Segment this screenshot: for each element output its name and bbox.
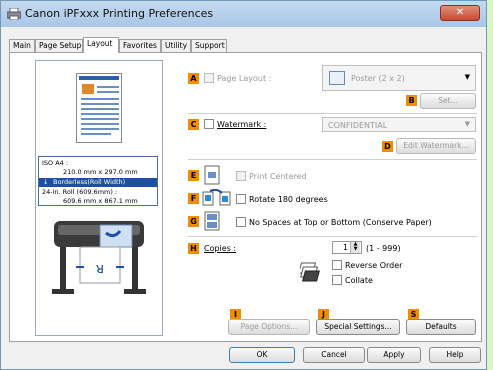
thumb-line xyxy=(81,133,111,135)
printing-preferences-window: Canon iPFxxx Printing Preferences ✕ Main… xyxy=(0,0,487,370)
tab-page-setup[interactable]: Page Setup xyxy=(35,39,83,52)
arrow-down-icon: ↓ xyxy=(43,178,49,186)
chevron-down-icon: ▼ xyxy=(464,120,470,128)
collate-checkbox[interactable] xyxy=(332,275,342,285)
cancel-button[interactable]: Cancel xyxy=(303,347,365,363)
roll-line1: 24-in. Roll (609.6mm) : xyxy=(42,188,118,196)
tab-layout[interactable]: Layout xyxy=(83,37,119,53)
thumb-line xyxy=(97,91,119,93)
watermark-select[interactable]: CONFIDENTIAL ▼ xyxy=(322,117,476,132)
paper-size-info: ISO A4 : 210.0 mm x 297.0 mm ↓ Borderles… xyxy=(38,156,158,206)
badge-d: D xyxy=(382,141,393,152)
tab-main[interactable]: Main xyxy=(9,39,35,52)
reverse-order-checkbox[interactable] xyxy=(332,260,342,270)
badge-f: F xyxy=(188,193,199,204)
badge-b: B xyxy=(406,95,417,106)
chevron-down-icon: ▼ xyxy=(464,73,470,81)
divider xyxy=(188,159,477,160)
close-button[interactable]: ✕ xyxy=(440,5,480,21)
ok-button[interactable]: OK xyxy=(229,347,295,363)
watermark-label: Watermark : xyxy=(217,120,267,129)
tab-utility[interactable]: Utility xyxy=(161,39,191,52)
rotate-icon xyxy=(202,189,231,206)
copies-value: 1 xyxy=(342,243,348,252)
badge-a: A xyxy=(188,73,199,84)
page-layout-value: Poster (2 x 2) xyxy=(351,74,405,83)
thumb-line xyxy=(81,108,119,110)
borderless-mode-label: Borderless(Roll Width) xyxy=(53,178,126,186)
printer-icon xyxy=(7,8,21,20)
poster-layout-icon xyxy=(329,71,345,85)
copies-stack-icon xyxy=(300,262,320,282)
title-bar: Canon iPFxxx Printing Preferences ✕ xyxy=(1,1,486,27)
set-button[interactable]: Set... xyxy=(420,93,476,109)
borderless-mode: ↓ Borderless(Roll Width) xyxy=(39,178,157,187)
print-centered-label: Print Centered xyxy=(249,172,307,181)
edit-watermark-button[interactable]: Edit Watermark... xyxy=(396,138,476,154)
badge-g: G xyxy=(188,216,199,227)
thumb-image xyxy=(82,84,94,94)
thumb-line xyxy=(81,123,119,125)
divider xyxy=(188,113,477,114)
window-title: Canon iPFxxx Printing Preferences xyxy=(25,7,214,20)
thumb-header xyxy=(79,76,119,80)
print-centered-icon xyxy=(204,165,220,185)
copies-range: (1 - 999) xyxy=(366,244,401,253)
page-layout-label: Page Layout : xyxy=(217,74,272,83)
print-centered-checkbox[interactable] xyxy=(236,171,246,181)
paper-size-line1: ISO A4 : xyxy=(42,159,69,167)
watermark-checkbox[interactable] xyxy=(204,119,214,129)
thumb-line xyxy=(81,98,119,100)
help-button[interactable]: Help xyxy=(429,347,481,363)
paper-size-line2: 210.0 mm x 297.0 mm xyxy=(63,168,138,176)
copies-label: Copies : xyxy=(204,244,237,253)
svg-text:ᴚ: ᴚ xyxy=(96,261,104,277)
page-layout-checkbox[interactable] xyxy=(204,73,214,83)
tab-favorites[interactable]: Favorites xyxy=(119,39,161,52)
no-spaces-label: No Spaces at Top or Bottom (Conserve Pap… xyxy=(249,218,432,227)
badge-e: E xyxy=(188,170,199,181)
large-format-printer-icon: ᴚ xyxy=(52,221,146,294)
thumb-line xyxy=(81,113,119,115)
divider xyxy=(188,236,477,237)
rotate-checkbox[interactable] xyxy=(236,194,246,204)
watermark-value: CONFIDENTIAL xyxy=(328,121,388,130)
thumb-line xyxy=(81,103,119,105)
copies-spinner[interactable]: 1 ▲ ▼ xyxy=(332,241,362,254)
spinner-arrows-icon[interactable]: ▲ ▼ xyxy=(350,242,360,253)
page-thumbnail xyxy=(76,73,122,143)
thumb-line xyxy=(81,118,119,120)
defaults-button[interactable]: Defaults xyxy=(406,319,476,335)
special-settings-button[interactable]: Special Settings... xyxy=(316,319,400,335)
collate-label: Collate xyxy=(345,276,373,285)
page-layout-select[interactable]: Poster (2 x 2) ▼ xyxy=(322,65,476,91)
badge-h: H xyxy=(188,243,199,254)
apply-button[interactable]: Apply xyxy=(367,347,421,363)
rotate-label: Rotate 180 degrees xyxy=(249,195,328,204)
thumb-line xyxy=(97,86,119,88)
tab-support[interactable]: Support xyxy=(191,39,227,52)
print-preview: ISO A4 : 210.0 mm x 297.0 mm ↓ Borderles… xyxy=(35,60,163,336)
conserve-paper-icon xyxy=(204,211,220,231)
badge-c: C xyxy=(188,119,199,130)
page-options-button[interactable]: Page Options... xyxy=(228,319,310,335)
roll-line2: 609.6 mm x 867.1 mm xyxy=(63,197,138,205)
layout-panel: ISO A4 : 210.0 mm x 297.0 mm ↓ Borderles… xyxy=(9,52,482,342)
thumb-line xyxy=(81,128,119,130)
reverse-order-label: Reverse Order xyxy=(345,261,403,270)
no-spaces-checkbox[interactable] xyxy=(236,217,246,227)
